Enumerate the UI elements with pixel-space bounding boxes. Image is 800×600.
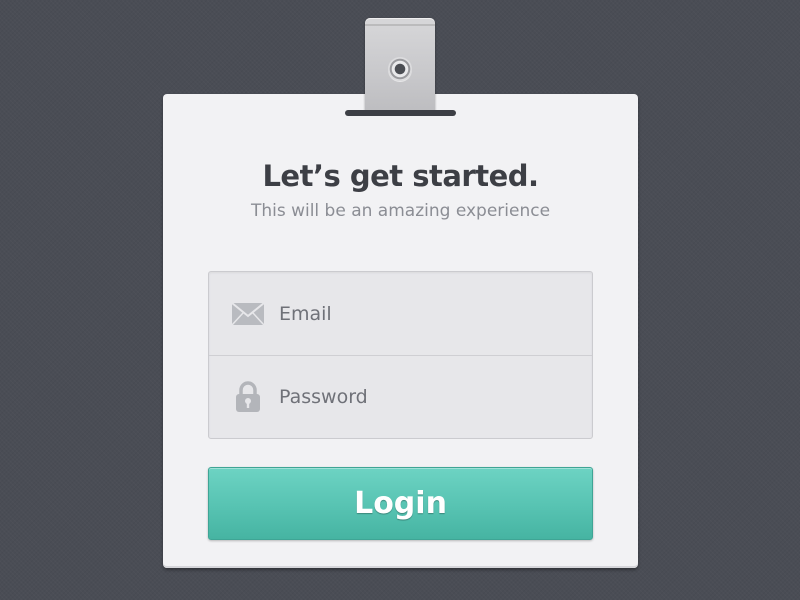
password-field[interactable]	[279, 356, 582, 438]
page-subtitle: This will be an amazing experience	[250, 201, 551, 221]
clip-eyelet-icon	[388, 57, 412, 81]
lock-icon	[231, 380, 265, 414]
email-row	[209, 272, 592, 355]
login-card: Let’s get started. This will be an amazi…	[163, 94, 638, 568]
email-field[interactable]	[279, 272, 582, 355]
credentials-fieldset	[208, 271, 593, 439]
password-row	[209, 355, 592, 438]
binder-clip	[365, 18, 435, 112]
login-button[interactable]: Login	[208, 467, 593, 540]
envelope-icon	[231, 297, 265, 331]
page-title: Let’s get started.	[262, 159, 539, 193]
clip-base	[345, 110, 456, 116]
